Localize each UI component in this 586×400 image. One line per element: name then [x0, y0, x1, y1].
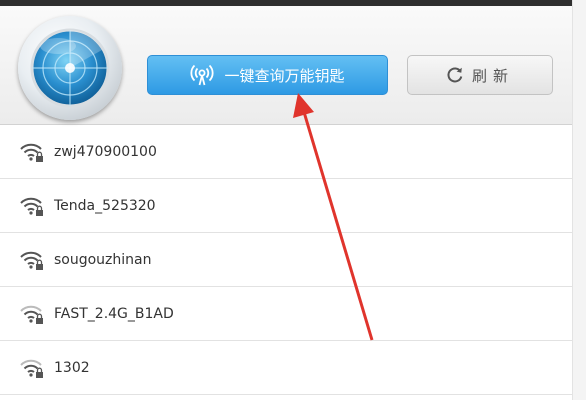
locked-wifi-icon [20, 357, 44, 379]
wifi-ssid: Tenda_525320 [54, 197, 156, 214]
query-key-button[interactable]: 一键查询万能钥匙 [147, 55, 388, 95]
wifi-list-item[interactable]: 1302 [0, 341, 572, 395]
locked-wifi-icon [20, 303, 44, 325]
header-panel: 一键查询万能钥匙 刷新 [0, 6, 572, 125]
locked-wifi-icon [20, 141, 44, 163]
locked-wifi-icon [20, 249, 44, 271]
wifi-ssid: sougouzhinan [54, 251, 152, 268]
radar-globe-icon [18, 16, 122, 120]
wifi-list-item[interactable]: FAST_2.4G_B1AD [0, 287, 572, 341]
wifi-ssid: FAST_2.4G_B1AD [54, 305, 174, 322]
wifi-list-item[interactable]: sougouzhinan [0, 233, 572, 287]
refresh-button[interactable]: 刷新 [407, 55, 553, 95]
wifi-network-list: zwj470900100 Tenda_525320 sougouzhinan F… [0, 125, 572, 395]
refresh-icon [446, 66, 464, 84]
query-key-button-label: 一键查询万能钥匙 [224, 66, 345, 85]
wifi-list-item[interactable]: Tenda_525320 [0, 179, 572, 233]
wifi-ssid: zwj470900100 [54, 143, 157, 160]
scrollbar-track[interactable] [572, 0, 586, 400]
locked-wifi-icon [20, 195, 44, 217]
wifi-signal-icon [190, 63, 214, 87]
refresh-button-label: 刷新 [471, 66, 514, 85]
wifi-ssid: 1302 [54, 359, 90, 376]
wifi-list-item[interactable]: zwj470900100 [0, 125, 572, 179]
